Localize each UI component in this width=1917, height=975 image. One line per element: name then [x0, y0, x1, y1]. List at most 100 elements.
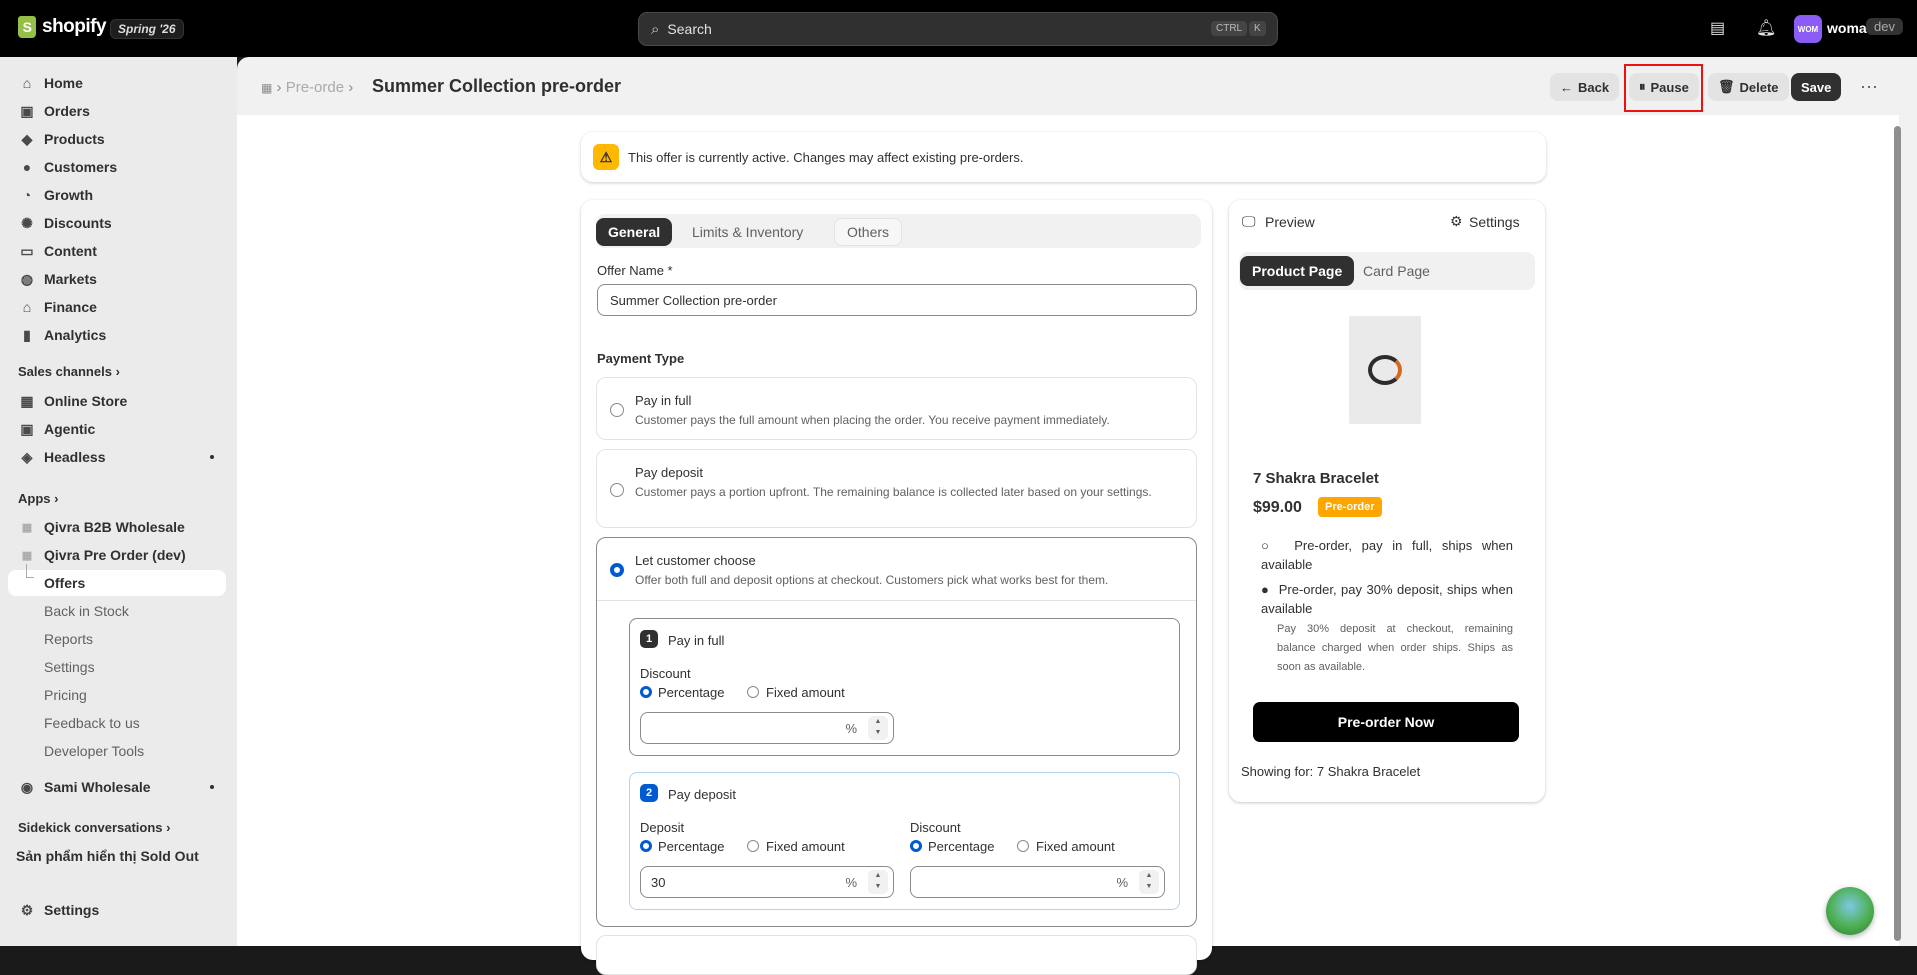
sidebar-item-developer-tools[interactable]: Developer Tools — [8, 738, 226, 764]
scrollbar[interactable] — [1892, 116, 1902, 946]
sidebar-item-qivra-preorder[interactable]: ▦ Qivra Pre Order (dev) — [8, 542, 226, 568]
offer-name-label: Offer Name * — [597, 263, 673, 278]
sidebar-item-finance[interactable]: ⌂ Finance — [8, 294, 226, 320]
preview-option-full[interactable]: ○ Pre-order, pay in full, ships when ava… — [1261, 536, 1513, 574]
bell-icon[interactable]: 🔔︎ — [1756, 18, 1776, 38]
radio-deposit-discount-percentage[interactable] — [910, 840, 922, 852]
option-desc: Offer both full and deposit options at c… — [635, 573, 1109, 587]
preorder-now-button[interactable]: Pre-order Now — [1253, 702, 1519, 742]
sales-channels-header[interactable]: Sales channels › — [18, 364, 120, 379]
stepper-icon[interactable]: ▲ ▼ — [868, 716, 888, 740]
sidekick-avatar-icon[interactable] — [1826, 887, 1874, 935]
sidebar-item-content[interactable]: ▭ Content — [8, 238, 226, 264]
tab-card-page[interactable]: Card Page — [1351, 256, 1442, 286]
tab-product-page[interactable]: Product Page — [1240, 256, 1355, 286]
radio-full-fixed[interactable] — [747, 686, 759, 698]
radio-deposit-fixed[interactable] — [747, 840, 759, 852]
tab-limits-inventory[interactable]: Limits & Inventory — [680, 218, 815, 246]
breadcrumb-link[interactable]: Pre-orde — [286, 79, 344, 96]
sidebar-item-qivra-b2b[interactable]: ▦ Qivra B2B Wholesale — [8, 514, 226, 540]
warning-icon: ⚠ — [593, 144, 619, 170]
sidebar-item-pricing[interactable]: Pricing — [8, 682, 226, 708]
option-title: Pay in full — [635, 393, 692, 408]
showing-for: Showing for: 7 Shakra Bracelet — [1241, 764, 1421, 779]
sidebar-item-reports[interactable]: Reports — [8, 626, 226, 652]
option-text: Pre-order, pay in full, ships when avail… — [1261, 538, 1513, 572]
home-icon: ⌂ — [22, 75, 32, 91]
option-let-customer-choose[interactable]: Let customer choose Offer both full and … — [596, 537, 1197, 927]
sidebar-item-growth[interactable]: ◔ Growth — [8, 182, 226, 208]
apps-header[interactable]: Apps › — [18, 491, 58, 506]
sidebar-item-customers[interactable]: ● Customers — [8, 154, 226, 180]
nav-label: Agentic — [44, 421, 96, 437]
stepper-icon[interactable]: ▲ ▼ — [868, 870, 888, 894]
nav-label: Feedback to us — [44, 715, 140, 731]
option-pay-in-full[interactable]: Pay in full Customer pays the full amoun… — [596, 377, 1197, 440]
sidebar-item-feedback[interactable]: Feedback to us — [8, 710, 226, 736]
section-label: Sidekick conversations — [18, 820, 163, 835]
tab-general[interactable]: General — [596, 218, 673, 246]
sidebar-item-app-settings[interactable]: Settings — [8, 654, 226, 680]
delete-button[interactable]: 🗑︎ Delete — [1708, 73, 1789, 101]
radio-deposit-percentage[interactable] — [640, 840, 652, 852]
section-label: Sales channels — [18, 364, 112, 379]
arrow-left-icon: ← — [1560, 79, 1573, 95]
sidebar-item-sami-wholesale[interactable]: ◉ Sami Wholesale — [8, 774, 226, 800]
sidebar-item-online-store[interactable]: ▦ Online Store — [8, 388, 226, 414]
nav-label: Reports — [44, 631, 94, 647]
sidebar-item-markets[interactable]: ◍ Markets — [8, 266, 226, 292]
option-next — [596, 935, 1197, 975]
page-header: ▦ › Pre-orde › Summer Collection pre-ord… — [237, 57, 1917, 115]
offer-name-input[interactable]: Summer Collection pre-order — [597, 284, 1197, 316]
option-pay-deposit[interactable]: Pay deposit Customer pays a portion upfr… — [596, 449, 1197, 528]
person-icon: ● — [22, 159, 32, 175]
scrollbar-thumb[interactable] — [1894, 126, 1901, 941]
sidebar-item-headless[interactable]: ◈ Headless — [8, 444, 226, 470]
radio-let-customer-choose[interactable] — [610, 563, 624, 577]
nav-label: Offers — [44, 575, 86, 591]
preview-option-deposit[interactable]: ● Pre-order, pay 30% deposit, ships when… — [1261, 580, 1513, 618]
gear-icon: ⚙ — [20, 901, 34, 918]
inbox-icon[interactable]: ▤ — [1710, 18, 1725, 38]
store-name[interactable]: woma — [1827, 20, 1867, 36]
sidekick-header[interactable]: Sidekick conversations › — [18, 820, 170, 835]
tab-others[interactable]: Others — [834, 218, 903, 246]
more-actions-icon[interactable]: ⋯ — [1860, 77, 1878, 98]
edition-badge: Spring '26 — [110, 19, 184, 39]
avatar[interactable]: WOM — [1794, 15, 1822, 43]
nav-label: Markets — [44, 271, 97, 287]
sidebar-item-offers[interactable]: Offers — [8, 564, 226, 596]
sidebar-item-back-in-stock[interactable]: Back in Stock — [8, 598, 226, 624]
radio-pay-in-full[interactable] — [610, 403, 624, 417]
inbox-icon: ▣ — [20, 102, 34, 119]
sidebar-item-agentic[interactable]: ▣ Agentic — [8, 416, 226, 442]
deposit-amount-input[interactable]: 30 % ▲ ▼ — [640, 866, 894, 898]
shopify-logo[interactable]: Sshopify — [18, 16, 107, 38]
stepper-icon[interactable]: ▲ ▼ — [1139, 870, 1159, 894]
option-text: Pre-order, pay 30% deposit, ships when a… — [1261, 582, 1513, 616]
section-label: Apps — [18, 491, 51, 506]
nav-label: Headless — [44, 449, 106, 465]
sidebar-item-orders[interactable]: ▣ Orders — [8, 98, 226, 124]
preorder-badge: Pre-order — [1318, 497, 1382, 517]
radio-full-percentage[interactable] — [640, 686, 652, 698]
sidebar-item-home[interactable]: ⌂ Home — [8, 70, 226, 96]
preview-settings-button[interactable]: Settings — [1469, 214, 1520, 230]
radio-deposit-discount-fixed[interactable] — [1017, 840, 1029, 852]
sidekick-conversation[interactable]: Sản phẩm hiển thị Sold Out — [16, 848, 199, 864]
sidebar-item-analytics[interactable]: ▮ Analytics — [8, 322, 226, 348]
back-button[interactable]: ← Back — [1550, 73, 1620, 101]
breadcrumb[interactable]: ▦ › Pre-orde › — [261, 79, 353, 96]
shopify-bag-icon: S — [18, 16, 36, 38]
search-bar[interactable]: ⌕ Search CTRL K — [638, 12, 1278, 46]
sidebar-item-settings[interactable]: ⚙ Settings — [8, 897, 226, 923]
save-button[interactable]: Save — [1791, 73, 1842, 101]
deposit-discount-input[interactable]: % ▲ ▼ — [910, 866, 1165, 898]
radio-pay-deposit[interactable] — [610, 483, 624, 497]
monitor-icon: 🖵︎ — [1242, 213, 1256, 229]
full-discount-input[interactable]: % ▲ ▼ — [640, 712, 894, 744]
sidebar-item-discounts[interactable]: ✺ Discounts — [8, 210, 226, 236]
sidebar-item-products[interactable]: ◆ Products — [8, 126, 226, 152]
bar-chart-icon: ▮ — [23, 326, 31, 343]
gear-icon[interactable]: ⚙ — [1450, 213, 1463, 230]
